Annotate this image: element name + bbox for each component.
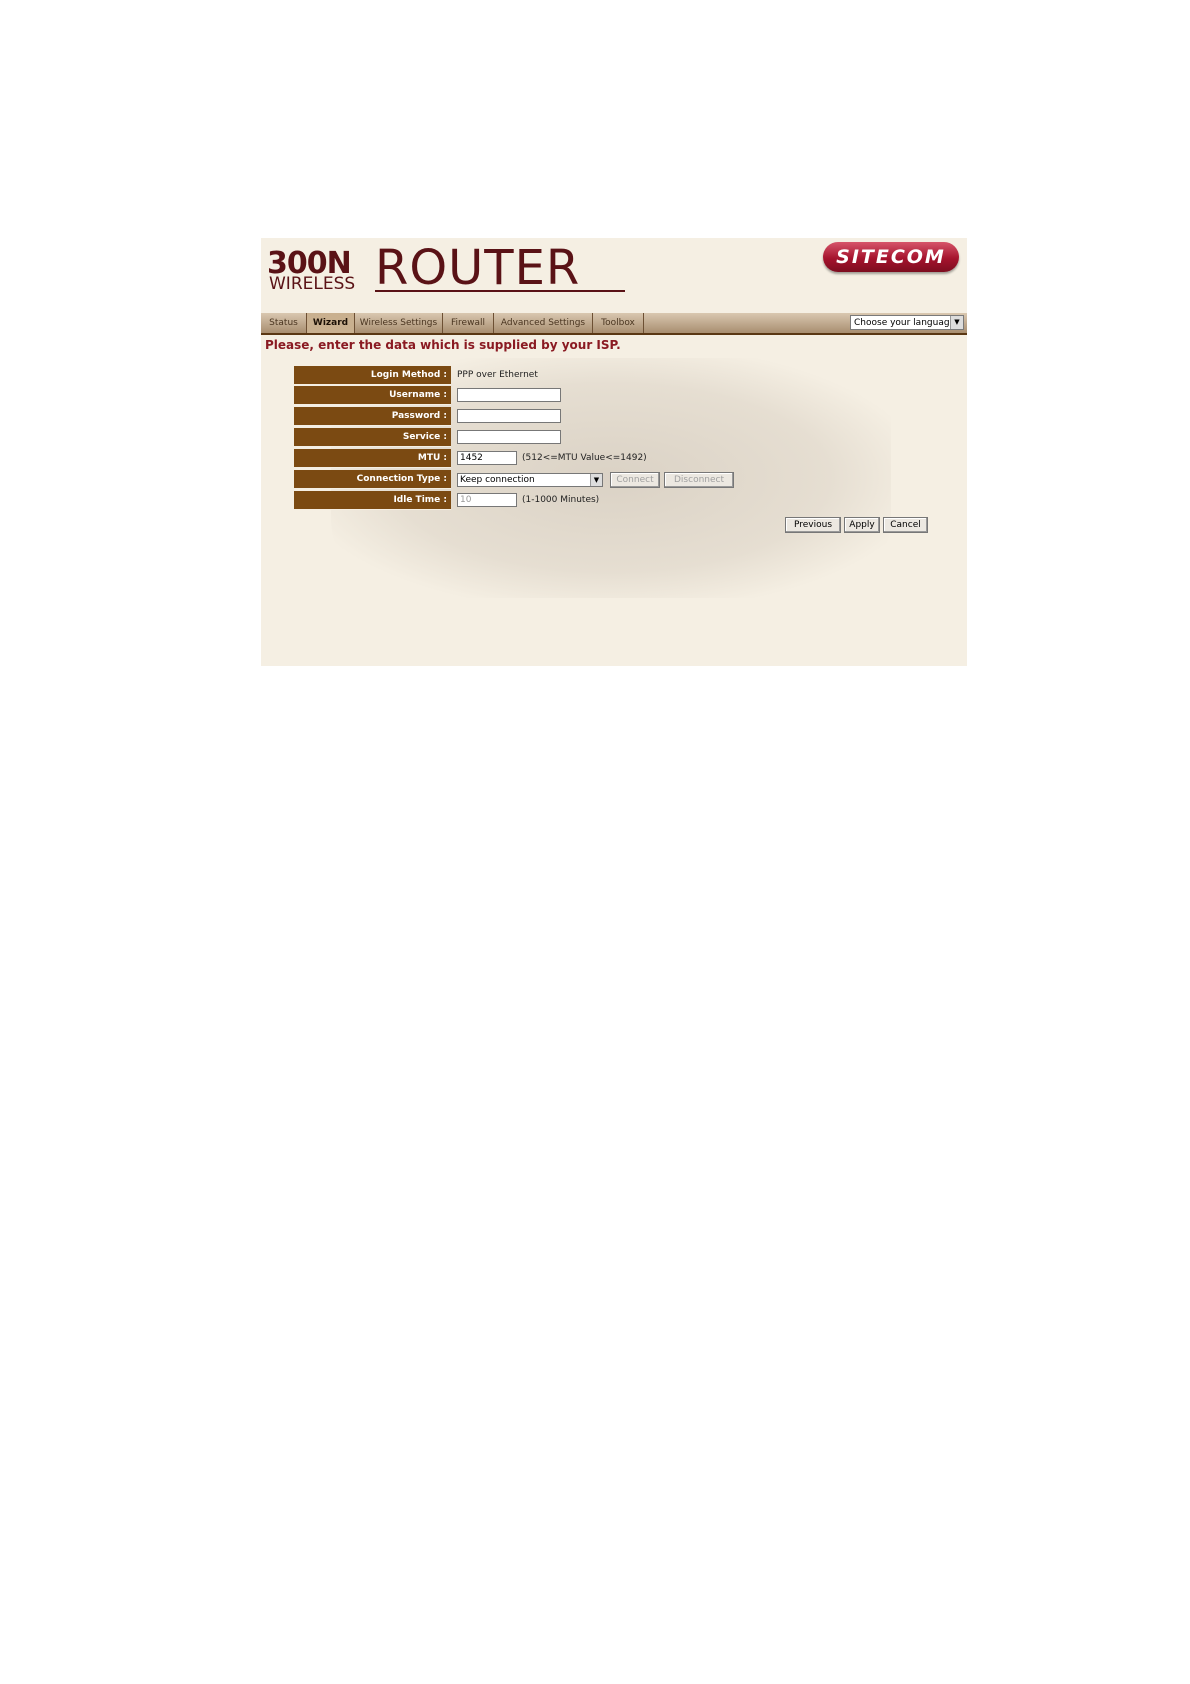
login-method-label: Login Method :	[294, 366, 451, 385]
tab-wireless-settings[interactable]: Wireless Settings	[355, 313, 443, 333]
connection-type-label: Connection Type :	[294, 470, 451, 489]
page-heading: Please, enter the data which is supplied…	[265, 338, 621, 352]
language-select-value: Choose your language	[854, 318, 956, 328]
service-label: Service :	[294, 428, 451, 447]
product-logo: 300N WIRELESS ROUTER	[267, 240, 627, 298]
tab-toolbox[interactable]: Toolbox	[593, 313, 644, 333]
idle-time-hint: (1-1000 Minutes)	[522, 495, 600, 505]
password-label: Password :	[294, 407, 451, 426]
login-method-value: PPP over Ethernet	[457, 370, 538, 380]
row-idle-time: Idle Time : 10 (1-1000 Minutes)	[294, 491, 774, 511]
connect-button[interactable]: Connect	[610, 472, 660, 488]
connection-type-select[interactable]: Keep connection ▼	[457, 473, 603, 487]
chevron-down-icon: ▼	[590, 474, 602, 486]
router-admin-panel: 300N WIRELESS ROUTER SITECOM Status Wiza…	[261, 238, 967, 666]
tab-wizard[interactable]: Wizard	[307, 313, 355, 333]
chevron-down-icon: ▼	[950, 316, 963, 329]
tab-firewall[interactable]: Firewall	[443, 313, 494, 333]
row-password: Password :	[294, 407, 774, 427]
row-connection-type: Connection Type : Keep connection ▼ Conn…	[294, 470, 774, 490]
nav-bar: Status Wizard Wireless Settings Firewall…	[261, 313, 967, 335]
logo-router: ROUTER	[375, 240, 581, 296]
idle-time-input[interactable]: 10	[457, 493, 517, 507]
mtu-label: MTU :	[294, 449, 451, 468]
row-login-method: Login Method : PPP over Ethernet	[294, 366, 774, 386]
logo-underline	[375, 290, 625, 292]
service-input[interactable]	[457, 430, 561, 444]
idle-time-label: Idle Time :	[294, 491, 451, 510]
previous-button[interactable]: Previous	[785, 517, 841, 533]
sitecom-logo: SITECOM	[823, 242, 959, 272]
mtu-input[interactable]: 1452	[457, 451, 517, 465]
username-input[interactable]	[457, 388, 561, 402]
password-input[interactable]	[457, 409, 561, 423]
row-mtu: MTU : 1452 (512<=MTU Value<=1492)	[294, 449, 774, 469]
language-select[interactable]: Choose your language ▼	[850, 315, 964, 330]
logo-wireless: WIRELESS	[269, 274, 356, 294]
tab-advanced-settings[interactable]: Advanced Settings	[494, 313, 593, 333]
connection-type-value: Keep connection	[460, 475, 535, 485]
username-label: Username :	[294, 386, 451, 405]
tab-status[interactable]: Status	[261, 313, 307, 333]
row-username: Username :	[294, 386, 774, 406]
cancel-button[interactable]: Cancel	[883, 517, 928, 533]
mtu-hint: (512<=MTU Value<=1492)	[522, 453, 647, 463]
disconnect-button[interactable]: Disconnect	[664, 472, 734, 488]
apply-button[interactable]: Apply	[844, 517, 880, 533]
row-service: Service :	[294, 428, 774, 448]
